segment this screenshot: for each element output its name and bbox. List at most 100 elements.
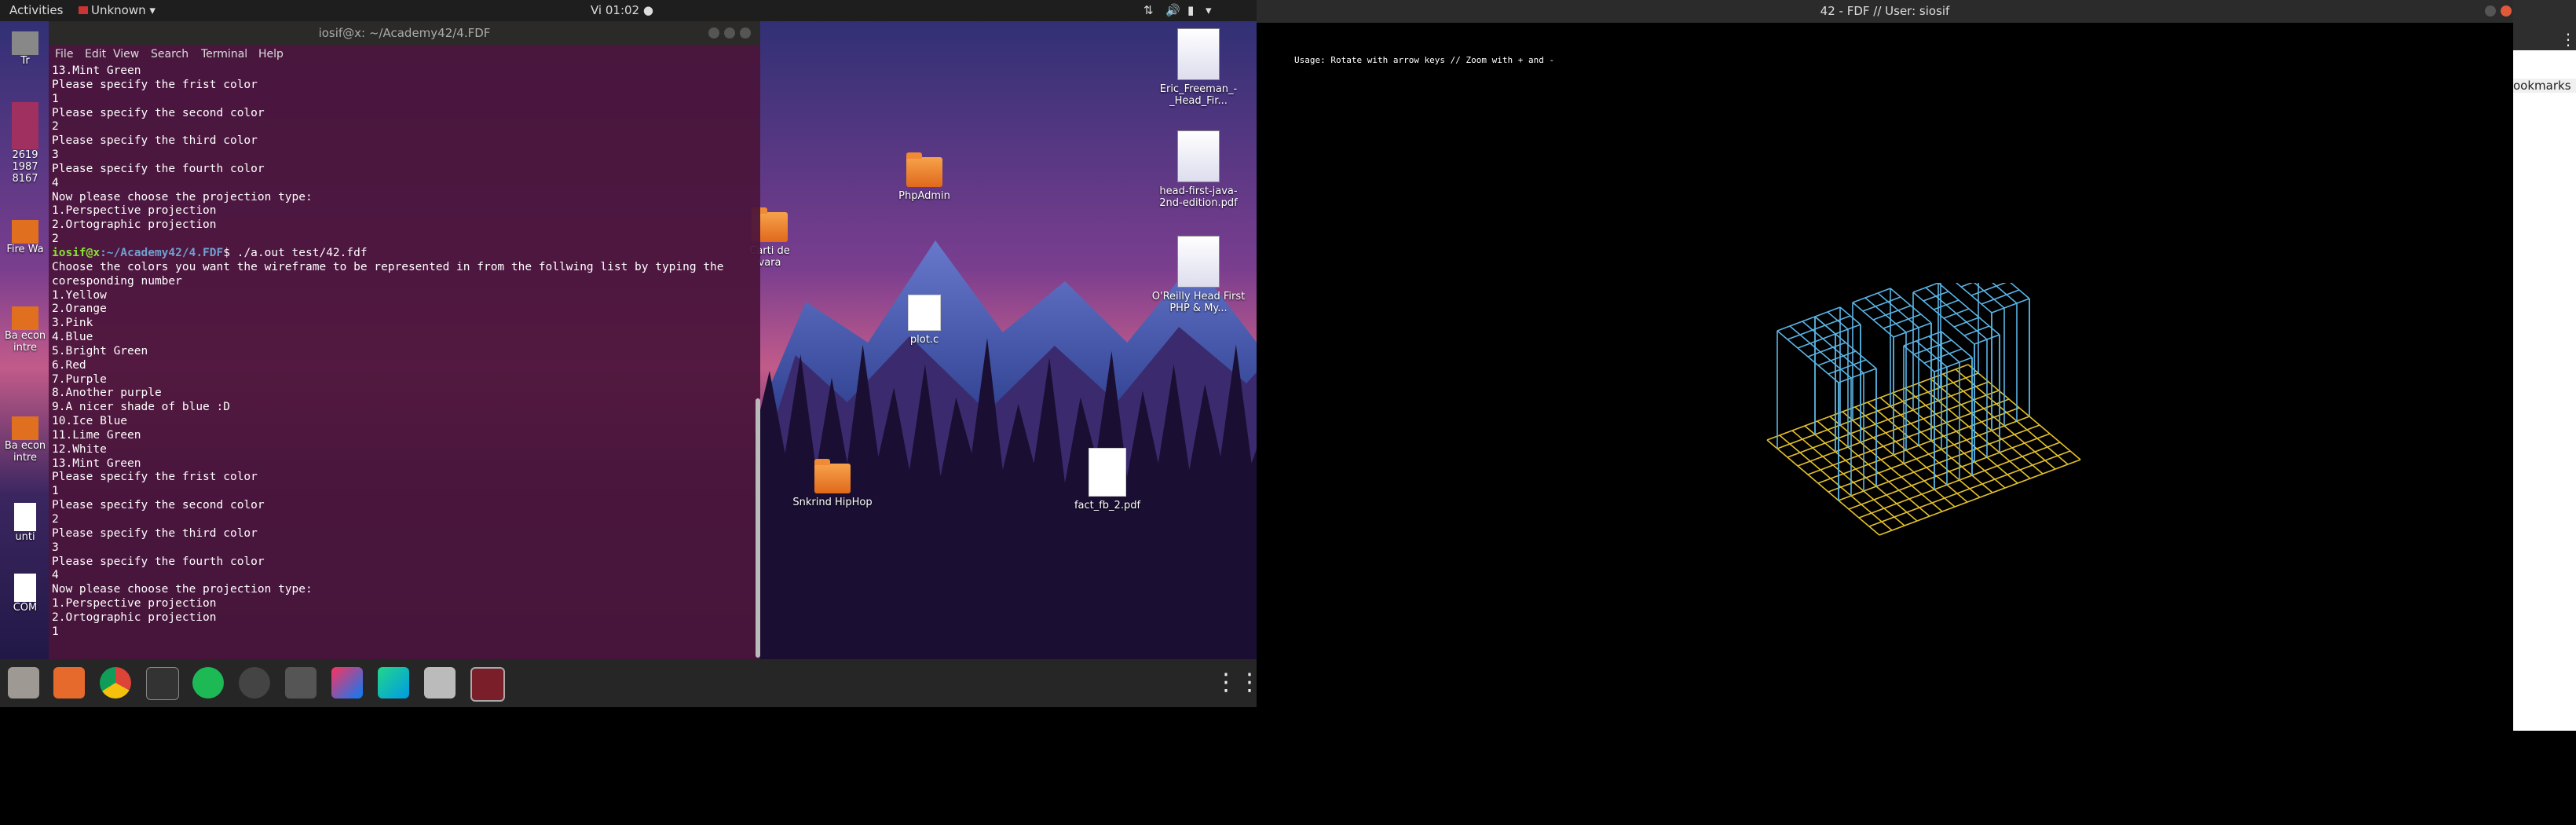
bookmarks-label[interactable]: ookmarks (2513, 79, 2576, 93)
folder-icon (814, 459, 851, 493)
desktop-icon-head-first-java[interactable]: head-first-java-2nd-edition.pdf (1151, 130, 1246, 209)
desktop-partial-icon[interactable]: Fire Wa (0, 220, 50, 255)
wireframe-edge (1963, 325, 1990, 336)
wireframe-edge (1848, 433, 2051, 510)
wireframe-edge (1928, 336, 1960, 363)
desktop-partial-icon[interactable]: Tr (0, 31, 50, 67)
volume-icon[interactable]: 🔊 (1165, 3, 1180, 17)
menu-file[interactable]: File (55, 48, 73, 60)
wireframe-edge (1913, 339, 1952, 355)
wireframe-edge (1868, 450, 2071, 527)
wireframe-edge (1923, 348, 1963, 364)
desktop-icon-eric-freeman[interactable]: Eric_Freeman_-_Head_Fir... (1151, 28, 1246, 107)
terminal-scrollbar[interactable] (756, 398, 760, 658)
terminal-titlebar[interactable]: iosif@x: ~/Academy42/4.FDF (49, 21, 760, 45)
wireframe-edge (1981, 289, 2020, 305)
system-menu-chevron-icon[interactable]: ▾ (1206, 3, 1212, 17)
wireframe-edge (1933, 299, 1959, 310)
menu-help[interactable]: Help (258, 48, 284, 60)
minimize-button[interactable] (708, 28, 719, 38)
desktop-partial-icon[interactable]: Ba econ intre (0, 416, 50, 464)
prompt-user: iosif@x (52, 246, 101, 259)
intellij-icon[interactable] (331, 667, 363, 698)
wireframe-edge (1955, 283, 1992, 314)
desktop-partial-icon[interactable]: unti (0, 503, 50, 543)
menu-terminal[interactable]: Terminal (201, 48, 247, 60)
desktop-icon-fact-fb[interactable]: fact_fb_2.pdf (1060, 448, 1154, 512)
wireframe-edge (1824, 315, 1851, 326)
wireframe-edge (1941, 331, 1973, 358)
c-file-icon (908, 295, 941, 331)
fdf-titlebar[interactable]: 42 - FDF // User: siosif (1257, 0, 2513, 23)
browser-menu-icon[interactable]: ⋮ (2560, 30, 2576, 49)
terminal-program-output: Choose the colors you want the wireframe… (52, 260, 724, 638)
terminal-icon[interactable] (146, 667, 179, 700)
terminal-window[interactable]: iosif@x: ~/Academy42/4.FDF File Edit Vie… (49, 21, 760, 659)
window-title: iosif@x: ~/Academy42/4.FDF (318, 26, 491, 40)
gnome-top-bar: Activities Unknown ▾ Vi 01:02 ● ⇅ 🔊 ▮ ▾ (0, 0, 1257, 21)
wireframe-base-grid (1766, 364, 2081, 536)
desktop-icon-phpadmin[interactable]: PhpAdmin (877, 152, 971, 202)
wireframe-edge (1923, 291, 1949, 302)
software-center-icon[interactable] (53, 667, 85, 698)
fdf-window[interactable]: 42 - FDF // User: siosif Usage: Rotate w… (1257, 0, 2513, 731)
wireframe-edge (1879, 459, 2081, 536)
wireframe-edge (1912, 283, 1939, 293)
wireframe-edge (1852, 288, 1891, 303)
wireframe-edge (1838, 424, 2040, 501)
app-menu[interactable]: Unknown ▾ (79, 3, 156, 17)
spotify-icon[interactable] (192, 667, 224, 698)
wireframe-edge (1872, 305, 1912, 321)
desktop-partial-icon[interactable]: COM (0, 574, 50, 614)
desktop-partial-icon[interactable]: 2619 1987 8167 (0, 102, 50, 185)
wireframe-edge (1893, 322, 1932, 338)
browser-toolbar: ⋮ (2513, 0, 2576, 50)
wireframe-edge (1953, 317, 1980, 328)
menu-edit[interactable]: Edit (85, 48, 106, 60)
browser-window-edge: ⋮ ookmarks (2513, 0, 2576, 731)
wireframe-edge (1797, 333, 1836, 349)
files-icon[interactable] (8, 667, 39, 698)
desktop-icon-head-first-php[interactable]: O'Reilly Head First PHP & My... (1151, 236, 1246, 314)
show-applications-grid-icon[interactable]: ⋮⋮ (1214, 667, 1257, 698)
sublime-text-icon[interactable] (285, 667, 317, 698)
wireframe-edge (1776, 372, 1979, 449)
wireframe-edge (1903, 331, 1942, 346)
close-button[interactable] (740, 28, 751, 38)
chrome-icon[interactable] (100, 667, 131, 698)
desktop-icon-plot-c[interactable]: plot.c (877, 295, 971, 346)
wireframe-render (1766, 283, 2081, 536)
wireframe-edge (1838, 368, 1877, 383)
desktop-partial-icon[interactable]: Ba econ intre (0, 306, 50, 354)
wireframe-edge (1776, 316, 1816, 332)
desktop-icon-snkrind-hiphop[interactable]: Snkrind HipHop (785, 459, 880, 508)
pdf-file-icon (1089, 448, 1126, 497)
clion-icon[interactable] (378, 667, 409, 698)
menu-search[interactable]: Search (151, 48, 188, 60)
fdf-window-icon[interactable] (470, 667, 505, 702)
wireframe-edge (1883, 314, 1922, 329)
prompt-command: $ ./a.out test/42.fdf (223, 246, 368, 259)
book-thumbnail-icon (1177, 28, 1220, 80)
wireframe-edge (1814, 306, 1841, 317)
wireframe-edge (1862, 296, 1901, 312)
wireframe-edge (1787, 381, 1989, 458)
maximize-button[interactable] (724, 28, 735, 38)
wireframe-edge (1787, 324, 1826, 340)
usage-text: Usage: Rotate with arrow keys // Zoom wi… (1294, 55, 1555, 65)
printer-icon[interactable] (424, 667, 456, 698)
minimize-button[interactable] (2485, 6, 2496, 16)
folder-icon (906, 152, 942, 187)
window-title: 42 - FDF // User: siosif (1820, 4, 1950, 18)
settings-gear-icon[interactable] (239, 667, 270, 698)
close-button[interactable] (2501, 6, 2512, 16)
activities-button[interactable]: Activities (9, 3, 63, 17)
app-icon (79, 6, 88, 14)
battery-icon[interactable]: ▮ (1187, 3, 1194, 17)
clock[interactable]: Vi 01:02 ● (591, 3, 653, 17)
wireframe-edge (1797, 390, 2000, 467)
terminal-output[interactable]: 13.Mint Green Please specify the frist c… (52, 64, 751, 659)
wireframe-edge (1817, 350, 1857, 366)
menu-view[interactable]: View (113, 48, 139, 60)
network-icon[interactable]: ⇅ (1143, 3, 1154, 17)
